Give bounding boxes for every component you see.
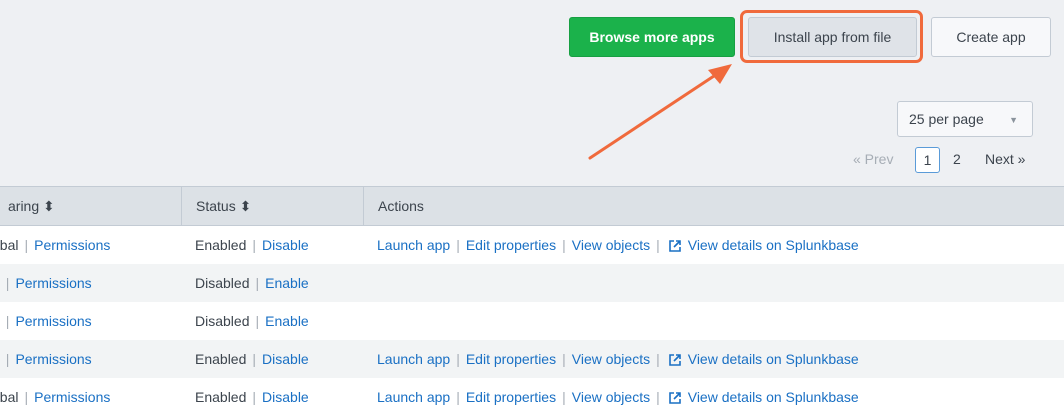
- separator: |: [456, 237, 460, 253]
- pagination-prev: « Prev: [853, 151, 894, 167]
- status-cell: Enabled | Disable: [195, 378, 309, 416]
- table-row: p|PermissionsDisabled|Enable: [0, 302, 1064, 340]
- status-value: Disabled: [195, 313, 250, 329]
- sharing-column-header[interactable]: aring ⬍: [0, 187, 181, 225]
- external-link-icon: [668, 354, 681, 366]
- separator: |: [5, 313, 10, 329]
- separator: |: [562, 237, 566, 253]
- separator: |: [24, 237, 29, 253]
- sharing-cell-content: p|Permissions: [0, 275, 92, 291]
- actions-cell: Launch app | Edit properties | View objects |…: [377, 226, 859, 264]
- view-details-label: View details on Splunkbase: [687, 236, 859, 253]
- status-toggle-link[interactable]: Disable: [262, 237, 309, 253]
- separator: |: [255, 313, 260, 329]
- separator: |: [5, 351, 10, 367]
- table-row: p|PermissionsDisabled|Enable: [0, 264, 1064, 302]
- actions-column-header: Actions: [363, 187, 1064, 225]
- status-cell: Disabled | Enable: [195, 264, 309, 302]
- separator: |: [252, 237, 257, 253]
- status-toggle-link[interactable]: Disable: [262, 351, 309, 367]
- separator: |: [252, 351, 257, 367]
- sharing-cell: obal | Permissions: [0, 226, 181, 264]
- launch-app-link[interactable]: Launch app: [377, 237, 450, 253]
- view-objects-link[interactable]: View objects: [572, 389, 650, 405]
- view-details-label: View details on Splunkbase: [687, 350, 859, 367]
- permissions-link[interactable]: Permissions: [15, 275, 91, 291]
- sharing-cell-content: obal | Permissions: [0, 237, 110, 253]
- pagination-page-2[interactable]: 2: [953, 151, 961, 177]
- status-toggle-link[interactable]: Disable: [262, 389, 309, 405]
- view-objects-link[interactable]: View objects: [572, 237, 650, 253]
- separator: |: [656, 351, 660, 367]
- chevron-down-icon: ▼: [1009, 115, 1018, 125]
- separator: |: [252, 389, 257, 405]
- pagination-next[interactable]: Next »: [985, 151, 1025, 177]
- separator: |: [562, 389, 566, 405]
- edit-properties-link[interactable]: Edit properties: [466, 351, 556, 367]
- table-row: p|PermissionsEnabled|DisableLaunch app|E…: [0, 340, 1064, 378]
- sharing-cell: obal | Permissions: [0, 378, 181, 416]
- permissions-link[interactable]: Permissions: [34, 237, 110, 253]
- separator: |: [562, 351, 566, 367]
- sharing-cell: p|Permissions: [0, 264, 181, 302]
- actions-cell: Launch app | Edit properties | View objects |…: [377, 378, 859, 416]
- annotation-arrow: [588, 64, 732, 160]
- sharing-cell: p|Permissions: [0, 302, 181, 340]
- view-details-splunkbase-link[interactable]: View details on Splunkbase: [666, 237, 859, 253]
- separator: |: [456, 351, 460, 367]
- separator: |: [456, 389, 460, 405]
- sharing-cell: p|Permissions: [0, 340, 181, 378]
- view-details-splunkbase-link[interactable]: View details on Splunkbase: [666, 351, 859, 367]
- install-button-highlight: [740, 10, 923, 63]
- status-toggle-link[interactable]: Enable: [265, 275, 309, 291]
- create-app-button[interactable]: Create app: [931, 17, 1051, 57]
- per-page-select[interactable]: 25 per page ▼: [897, 101, 1033, 137]
- per-page-label: 25 per page: [909, 111, 984, 127]
- browse-more-apps-button[interactable]: Browse more apps: [569, 17, 735, 57]
- sharing-value: obal: [0, 237, 19, 253]
- permissions-link[interactable]: Permissions: [15, 313, 91, 329]
- table-header: aring ⬍ Status ⬍ Actions: [0, 186, 1064, 226]
- pagination-page-1[interactable]: 1: [915, 147, 940, 173]
- external-link-icon: [668, 392, 681, 404]
- actions-cell: Launch app | Edit properties | View objects |…: [377, 340, 859, 378]
- separator: |: [255, 275, 260, 291]
- status-value: Enabled: [195, 237, 247, 253]
- apps-table: aring ⬍ Status ⬍ Actions obal | Permission…: [0, 186, 1064, 416]
- sharing-cell-content: p|Permissions: [0, 351, 92, 367]
- separator: |: [656, 389, 660, 405]
- status-toggle-link[interactable]: Enable: [265, 313, 309, 329]
- view-details-label: View details on Splunkbase: [687, 388, 859, 405]
- view-objects-link[interactable]: View objects: [572, 351, 650, 367]
- table-body: obal | Permissions Enabled | Disable Launch ap…: [0, 226, 1064, 416]
- status-value: Disabled: [195, 275, 250, 291]
- view-details-splunkbase-link[interactable]: View details on Splunkbase: [666, 389, 859, 405]
- sharing-cell-content: obal | Permissions: [0, 389, 110, 405]
- permissions-link[interactable]: Permissions: [15, 351, 91, 367]
- table-row: obal | Permissions Enabled | Disable Launch ap…: [0, 226, 1064, 264]
- separator: |: [24, 389, 29, 405]
- launch-app-link[interactable]: Launch app: [377, 389, 450, 405]
- status-cell: Enabled | Disable: [195, 340, 309, 378]
- status-value: Enabled: [195, 351, 247, 367]
- edit-properties-link[interactable]: Edit properties: [466, 237, 556, 253]
- permissions-link[interactable]: Permissions: [34, 389, 110, 405]
- table-row: obal | Permissions Enabled | Disable Launch ap…: [0, 378, 1064, 416]
- status-cell: Enabled | Disable: [195, 226, 309, 264]
- sharing-cell-content: p|Permissions: [0, 313, 92, 329]
- launch-app-link[interactable]: Launch app: [377, 351, 450, 367]
- status-cell: Disabled | Enable: [195, 302, 309, 340]
- separator: |: [656, 237, 660, 253]
- separator: |: [5, 275, 10, 291]
- status-column-header[interactable]: Status ⬍: [181, 187, 363, 225]
- external-link-icon: [668, 240, 681, 252]
- sharing-value: obal: [0, 389, 19, 405]
- edit-properties-link[interactable]: Edit properties: [466, 389, 556, 405]
- status-value: Enabled: [195, 389, 247, 405]
